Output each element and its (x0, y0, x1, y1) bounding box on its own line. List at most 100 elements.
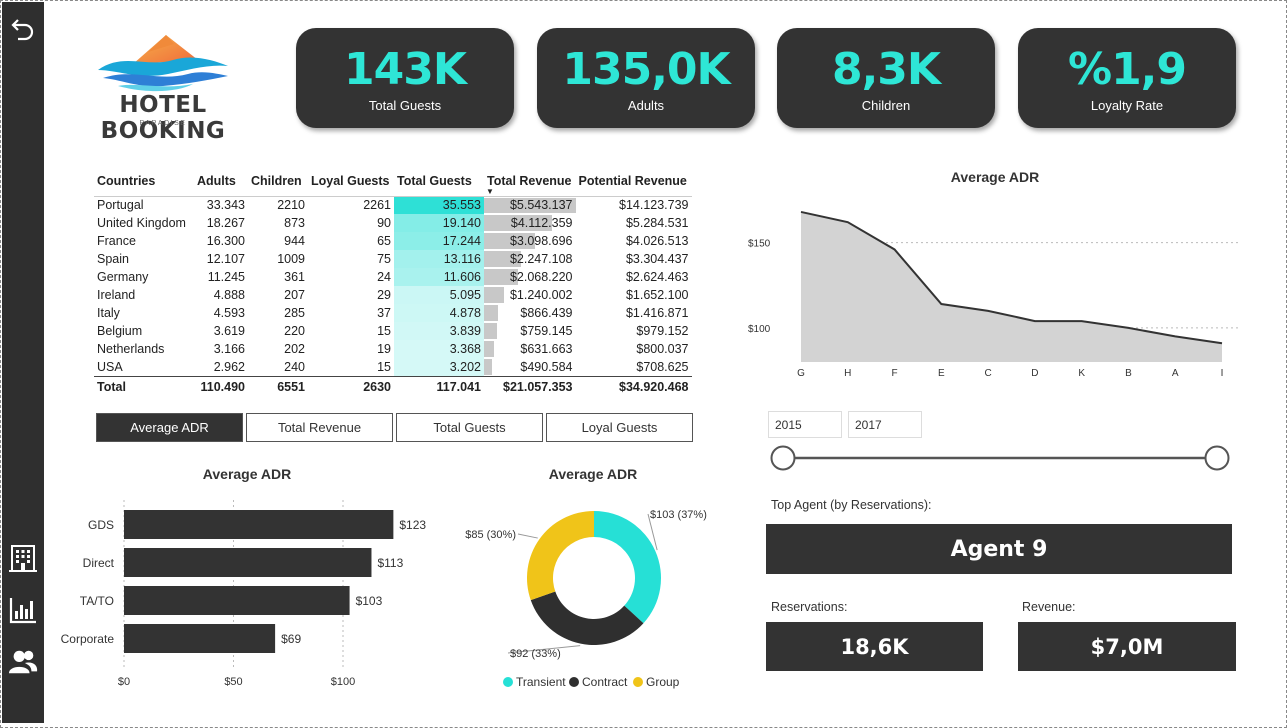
building-icon[interactable] (8, 543, 38, 573)
country-cell-text: Belgium (97, 324, 143, 338)
total-guests-cell-text: 4.878 (449, 306, 481, 320)
x-tick-label: $100 (331, 676, 355, 688)
total-guests: 117.041 (394, 375, 484, 398)
legend-label[interactable]: Group (646, 675, 680, 689)
table-row[interactable]: France 16.300 944 65 17.244 $3.098.696 $4.026.… (94, 232, 692, 250)
kpi-adults: 135,0K Adults (537, 28, 755, 128)
bar[interactable] (124, 510, 394, 539)
back-arrow-icon[interactable] (8, 14, 38, 44)
bar[interactable] (124, 624, 276, 653)
column-header[interactable]: Children (248, 170, 308, 197)
loyal-guests-cell-text: 24 (377, 270, 391, 284)
table-row[interactable]: Netherlands 3.166 202 19 3.368 $631.663 $800.0… (94, 340, 692, 358)
slider-handle-start[interactable] (770, 445, 796, 471)
country-cell-text: Italy (97, 306, 120, 320)
children-cell-text: 1009 (277, 252, 305, 266)
total-guests-cell-text: 13.116 (443, 252, 481, 266)
total-guests-cell: 13.116 (394, 250, 484, 268)
table-row[interactable]: Belgium 3.619 220 15 3.839 $759.145 $979.152 (94, 322, 692, 340)
average-adr-button[interactable]: Average ADR (96, 413, 243, 442)
x-tick-label: $50 (224, 676, 242, 688)
potential-revenue-cell: $14.123.739 (576, 196, 692, 214)
total-loyal: 2630 (308, 375, 394, 398)
donut-slice[interactable] (594, 511, 661, 624)
table-row[interactable]: Portugal 33.343 2210 2261 35.553 $5.543.137 $1… (94, 196, 692, 214)
legend-label[interactable]: Contract (582, 675, 628, 689)
total-revenue-cell: $2.247.108 (484, 250, 576, 268)
year-end-input[interactable]: 2017 (848, 411, 922, 438)
table-row[interactable]: Italy 4.593 285 37 4.878 $866.439 $1.416.871 (94, 304, 692, 322)
donut-slice[interactable] (527, 511, 594, 601)
kpi-loyalty-rate: %1,9 Loyalty Rate (1018, 28, 1236, 128)
total-revenue-cell-text: $2.068.220 (509, 270, 573, 284)
total-potential: $34.920.468 (575, 375, 692, 398)
adr-bar-chart: $0 $50 $100 GDS $123 Direct $113 TA/TO $103 Corpo… (61, 500, 426, 688)
table-row[interactable]: Germany 11.245 361 24 11.606 $2.068.220 $2.624… (94, 268, 692, 286)
x-tick-label: G (797, 368, 805, 379)
kpi-label: Children (861, 98, 911, 113)
country-cell: Netherlands (94, 340, 194, 358)
donut-chart-title: Average ADR (548, 466, 638, 482)
loyal-guests-cell: 15 (308, 322, 394, 340)
donut-slice[interactable] (530, 591, 644, 645)
adults-cell: 16.300 (194, 232, 248, 250)
children-cell-text: 240 (284, 359, 305, 374)
total-revenue-cell-text: $631.663 (520, 342, 573, 356)
potential-revenue-cell-text: $979.152 (636, 324, 689, 338)
table-row[interactable]: Ireland 4.888 207 29 5.095 $1.240.002 $1.652.1… (94, 286, 692, 304)
users-icon[interactable] (8, 647, 38, 677)
x-tick-label: H (844, 368, 851, 379)
column-header-sorted[interactable]: ▼ Total Revenue (484, 170, 576, 197)
reservations-value: 18,6K (766, 622, 983, 671)
legend-swatch (569, 677, 579, 687)
children-cell: 2210 (248, 196, 308, 214)
category-label: TA/TO (80, 594, 114, 608)
year-range-slider[interactable] (766, 443, 1236, 473)
loyal-guests-cell: 29 (308, 286, 394, 304)
table-row[interactable]: Spain 12.107 1009 75 13.116 $2.247.108 $3.304.… (94, 250, 692, 268)
children-cell: 207 (248, 286, 308, 304)
adults-cell: 18.267 (194, 214, 248, 232)
data-bar-fill (484, 323, 497, 339)
potential-revenue-cell-text: $1.652.100 (625, 288, 689, 302)
column-header[interactable]: Potential Revenue (575, 170, 692, 197)
year-start-input[interactable]: 2015 (768, 411, 842, 438)
total-guests-cell-text: 19.140 (442, 216, 481, 230)
logo-graphic (98, 35, 228, 92)
revenue-value: $7,0M (1018, 622, 1236, 671)
column-header[interactable]: Countries (94, 170, 194, 197)
data-bar-fill (484, 287, 505, 303)
bar-chart-icon[interactable] (8, 595, 38, 625)
total-guests-cell: 11.606 (394, 268, 484, 286)
adr-donut-chart: $103 (37%) $92 (33%) $85 (30%) Transient Con… (465, 509, 707, 689)
x-tick-label: F (892, 368, 898, 379)
slider-handle-end[interactable] (1204, 445, 1230, 471)
bar[interactable] (124, 548, 372, 577)
x-tick-label: $0 (118, 676, 130, 688)
column-header[interactable]: Total Guests (394, 170, 484, 197)
bar[interactable] (124, 586, 350, 615)
potential-revenue-cell-text: $14.123.739 (619, 198, 689, 213)
total-guests-cell: 3.368 (394, 340, 484, 358)
table-row[interactable]: United Kingdom 18.267 873 90 19.140 $4.112.35… (94, 214, 692, 232)
loyal-guests-button[interactable]: Loyal Guests (546, 413, 693, 442)
adults-cell-text: 3.166 (213, 342, 245, 356)
total-children: 6551 (248, 375, 308, 398)
table-row[interactable]: USA 2.962 240 15 3.202 $490.584 $708.625 (94, 358, 692, 376)
potential-revenue-cell-text: $2.624.463 (625, 270, 689, 284)
total-revenue-button[interactable]: Total Revenue (246, 413, 393, 442)
data-bar-fill (484, 305, 499, 321)
column-header[interactable]: Adults (194, 170, 248, 197)
children-cell-text: 207 (284, 288, 305, 302)
legend-label[interactable]: Transient (516, 675, 566, 689)
total-revenue-cell-text: $3.098.696 (509, 234, 573, 248)
country-cell-text: Spain (97, 252, 129, 266)
total-guests-button[interactable]: Total Guests (396, 413, 543, 442)
column-header[interactable]: Loyal Guests (308, 170, 394, 197)
area-chart-title: Average ADR (950, 169, 1040, 185)
country-cell-text: Ireland (97, 288, 136, 302)
adults-cell-text: 4.888 (213, 288, 245, 302)
potential-revenue-cell-text: $800.037 (636, 342, 689, 356)
total-revenue-cell-text: $866.439 (520, 306, 573, 320)
metric-selector: Average ADR Total Revenue Total Guests L… (96, 413, 693, 442)
